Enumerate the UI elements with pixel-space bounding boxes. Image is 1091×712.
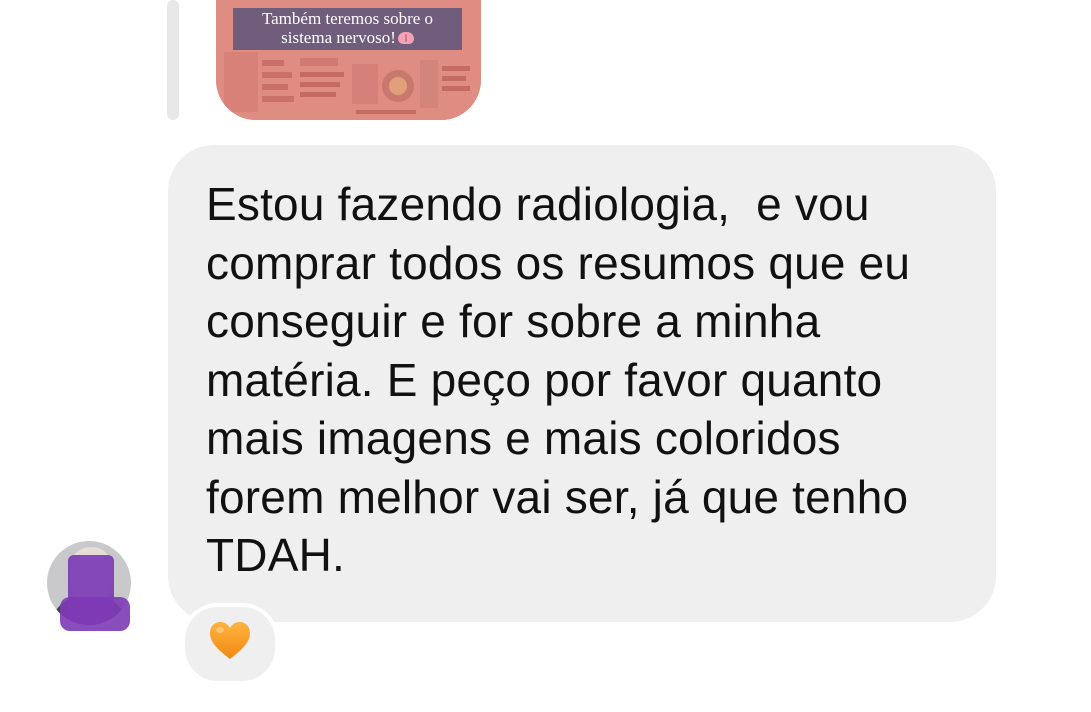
- story-caption: Também teremos sobre o sistema nervoso!: [233, 8, 462, 50]
- message-text: Estou fazendo radiologia, e vou comprar …: [206, 178, 911, 581]
- story-caption-line-1: Também teremos sobre o: [261, 9, 434, 28]
- story-caption-line-2: sistema nervoso!: [281, 28, 396, 47]
- avatar-redaction-scribble: [60, 597, 130, 631]
- orange-heart-icon: [210, 622, 250, 659]
- replied-story-thumbnail[interactable]: Também teremos sobre o sistema nervoso!: [216, 0, 481, 120]
- message-reaction[interactable]: [181, 603, 279, 685]
- brain-icon: [397, 32, 414, 44]
- message-bubble[interactable]: Estou fazendo radiologia, e vou comprar …: [168, 145, 996, 622]
- reply-thread-line: [167, 0, 179, 120]
